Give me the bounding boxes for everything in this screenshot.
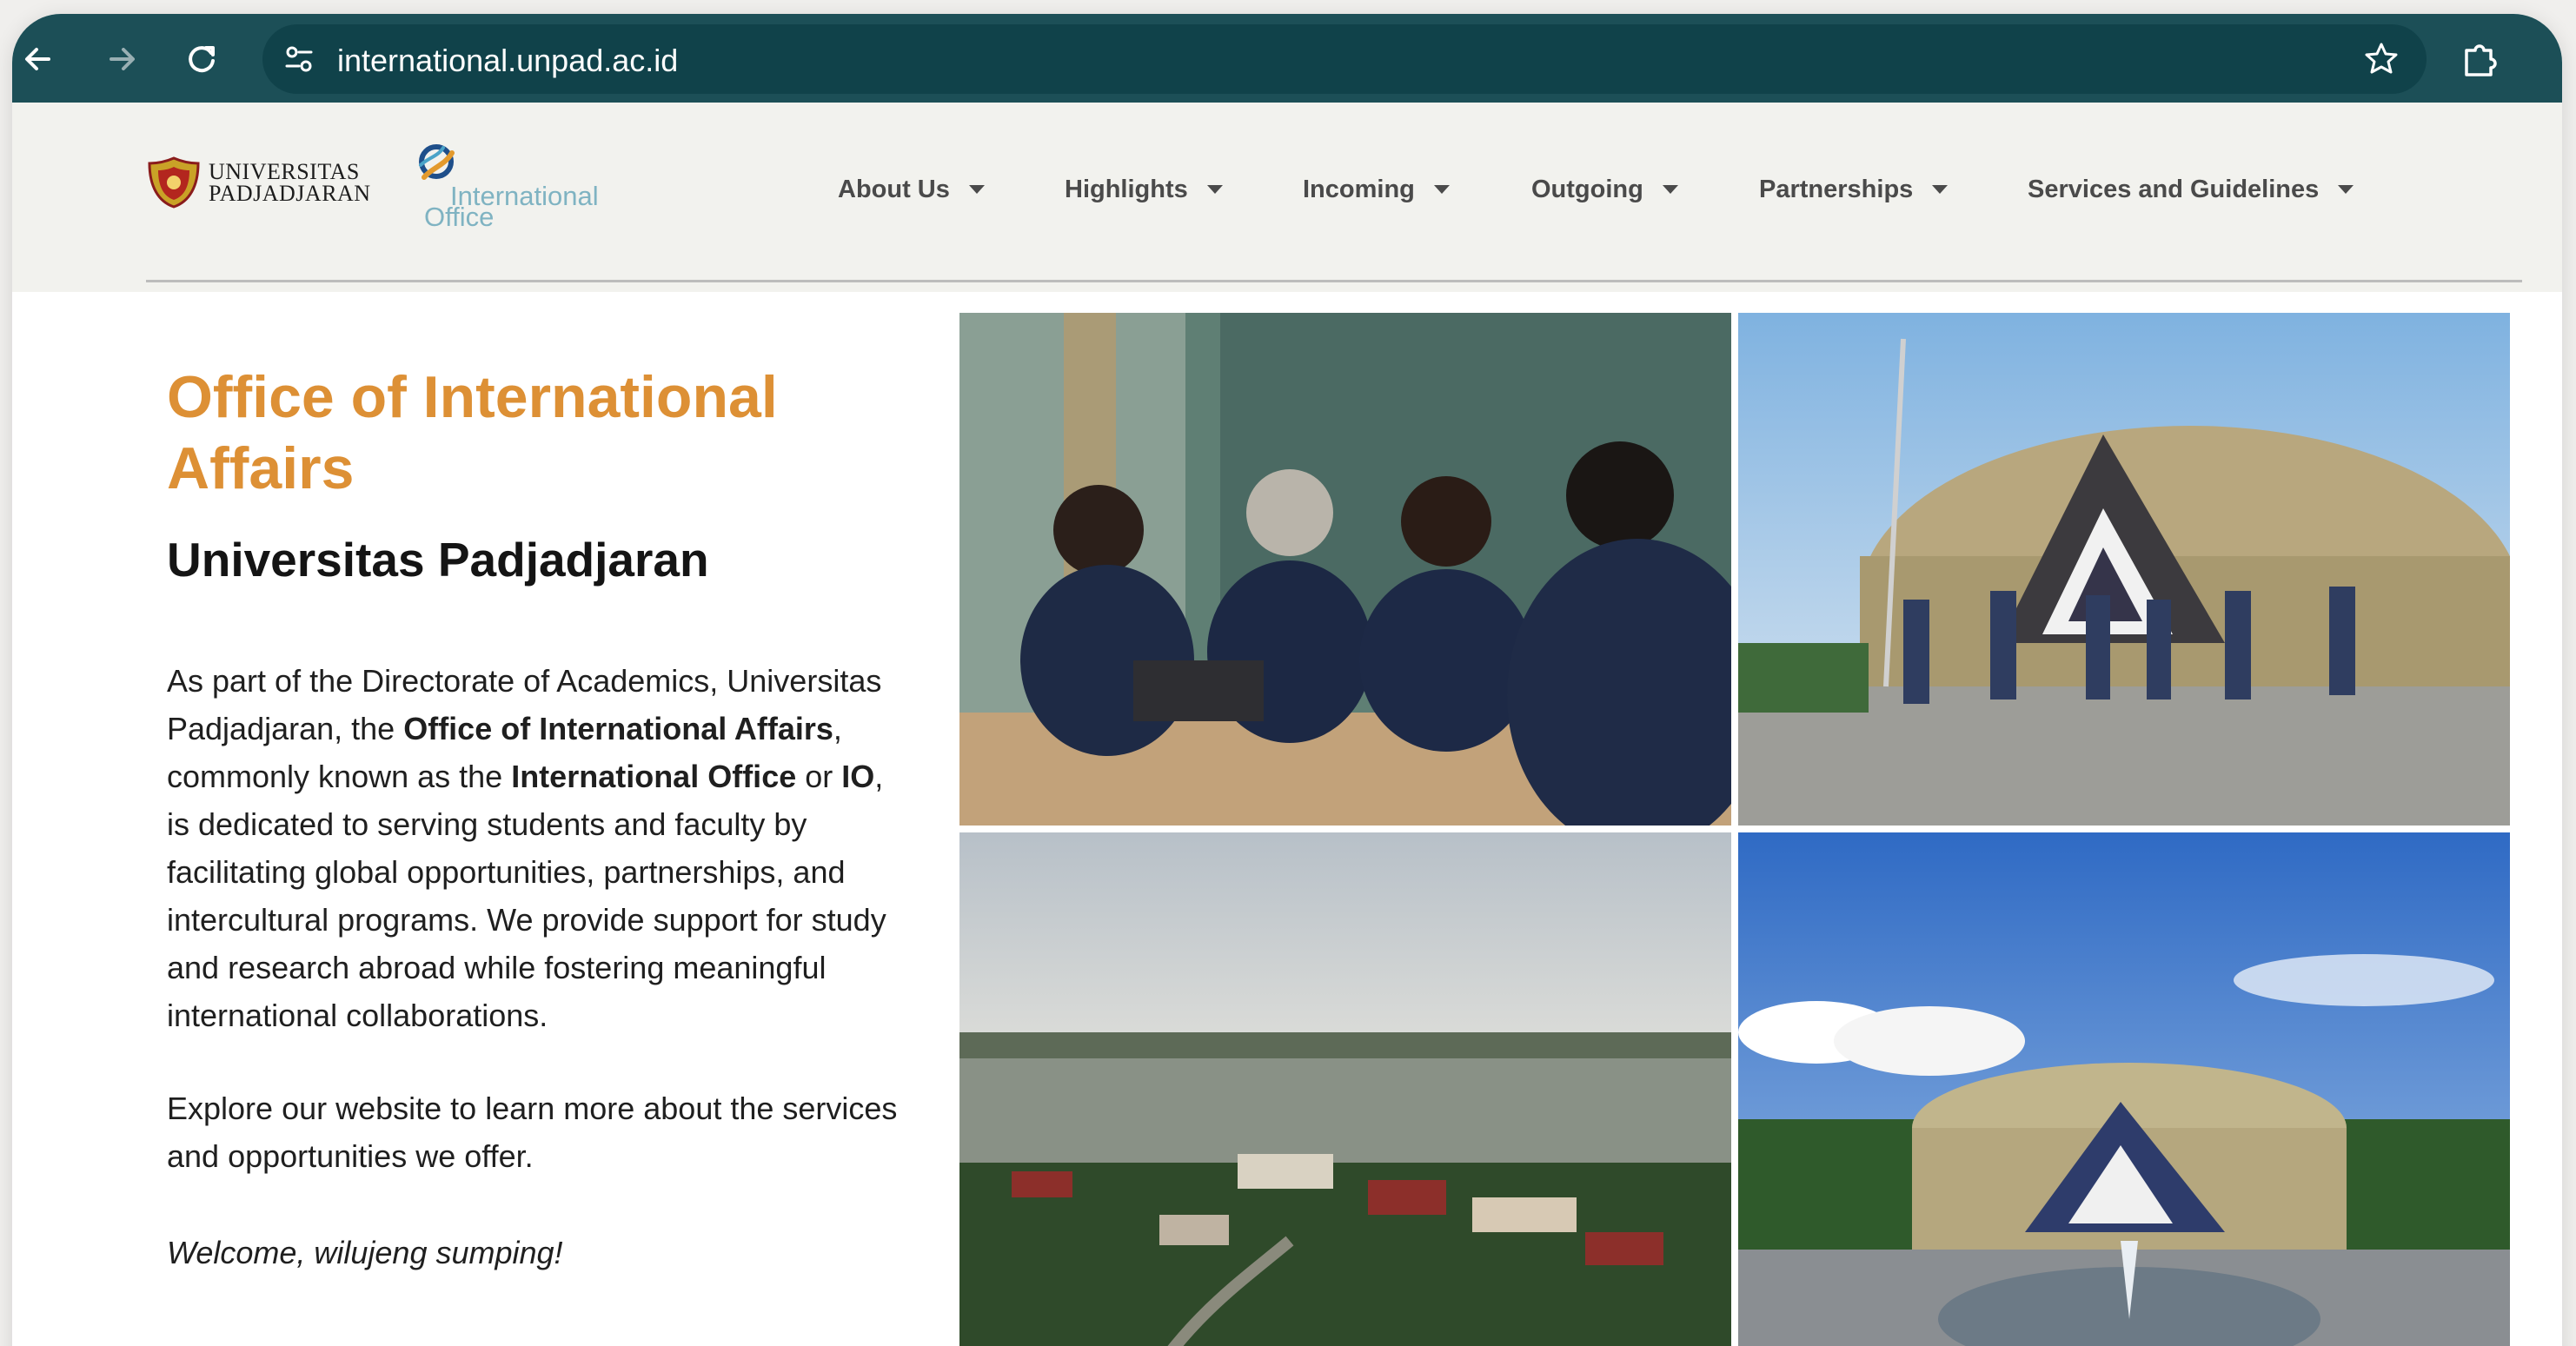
photo-campus-building xyxy=(1738,313,2510,826)
page-subtitle: Universitas Padjadjaran xyxy=(167,533,709,587)
nav-about-us[interactable]: About Us xyxy=(838,170,985,209)
forward-button[interactable] xyxy=(99,36,144,82)
photo-campus-fountain xyxy=(1738,832,2510,1346)
nav-partnerships[interactable]: Partnerships xyxy=(1759,170,1949,209)
caret-down-icon xyxy=(1662,185,1678,194)
nav-label: Highlights xyxy=(1065,175,1188,203)
intro-bold-office: Office of International Affairs xyxy=(403,711,833,746)
intro-text: or xyxy=(796,759,842,794)
back-button[interactable] xyxy=(16,36,61,82)
reload-icon xyxy=(189,46,215,73)
nav-outgoing[interactable]: Outgoing xyxy=(1531,170,1678,209)
header-divider xyxy=(146,280,2522,282)
intro-text: , is dedicated to serving students and f… xyxy=(167,759,886,1033)
site-info-button[interactable] xyxy=(280,40,318,78)
arrow-right-icon xyxy=(110,48,135,70)
caret-down-icon xyxy=(1206,185,1223,194)
unpad-wordmark: UNIVERSITAS PADJADJARAN xyxy=(209,159,371,206)
reload-button[interactable] xyxy=(179,36,224,82)
nav-label: About Us xyxy=(838,175,950,203)
nav-incoming[interactable]: Incoming xyxy=(1303,170,1450,209)
international-office-logo[interactable]: International Office xyxy=(412,139,621,232)
site-header: UNIVERSITAS PADJADJARAN International Of… xyxy=(12,103,2562,292)
intro-paragraph: As part of the Directorate of Academics,… xyxy=(167,657,914,1039)
intro-bold-io: IO xyxy=(841,759,875,794)
photo-campus-aerial xyxy=(959,832,1731,1346)
explore-paragraph: Explore our website to learn more about … xyxy=(167,1091,898,1174)
nav-label: Outgoing xyxy=(1531,175,1643,203)
bookmark-button[interactable] xyxy=(2362,40,2400,78)
page-title-line1: Office of International xyxy=(167,364,778,430)
address-bar[interactable]: international.unpad.ac.id xyxy=(262,24,2427,94)
unpad-crest-icon xyxy=(148,156,200,209)
url-text[interactable]: international.unpad.ac.id xyxy=(337,43,678,79)
extensions-button[interactable] xyxy=(2456,35,2505,83)
nav-label: Partnerships xyxy=(1759,175,1914,203)
browser-window: international.unpad.ac.id UNIVERSITAS PA xyxy=(12,14,2562,1346)
nav-highlights[interactable]: Highlights xyxy=(1065,170,1223,209)
tune-icon xyxy=(285,46,313,72)
unpad-logo[interactable]: UNIVERSITAS PADJADJARAN xyxy=(146,155,371,210)
photo-students-meeting xyxy=(959,313,1731,826)
intro-bold-io-name: International Office xyxy=(511,759,797,794)
unpad-wordmark-line2: PADJADJARAN xyxy=(209,181,371,206)
nav-label: Incoming xyxy=(1303,175,1415,203)
welcome-text: Welcome, wilujeng sumping! xyxy=(167,1235,563,1270)
star-icon xyxy=(2365,43,2398,74)
io-logo-line2: Office xyxy=(424,202,495,232)
intro-section: Office of International Affairs Universi… xyxy=(167,361,914,1276)
page-title: Office of International Affairs xyxy=(167,361,914,504)
nav-services-and-guidelines[interactable]: Services and Guidelines xyxy=(2028,170,2354,209)
caret-down-icon xyxy=(1433,185,1450,194)
caret-down-icon xyxy=(1932,185,1949,194)
nav-label: Services and Guidelines xyxy=(2028,175,2320,203)
unpad-wordmark-line1: UNIVERSITAS xyxy=(209,159,360,184)
page-title-line2: Affairs xyxy=(167,435,355,501)
browser-toolbar: international.unpad.ac.id xyxy=(12,14,2562,103)
arrow-left-icon xyxy=(25,48,50,70)
caret-down-icon xyxy=(968,185,985,194)
puzzle-icon xyxy=(2465,44,2497,76)
caret-down-icon xyxy=(2338,185,2354,194)
